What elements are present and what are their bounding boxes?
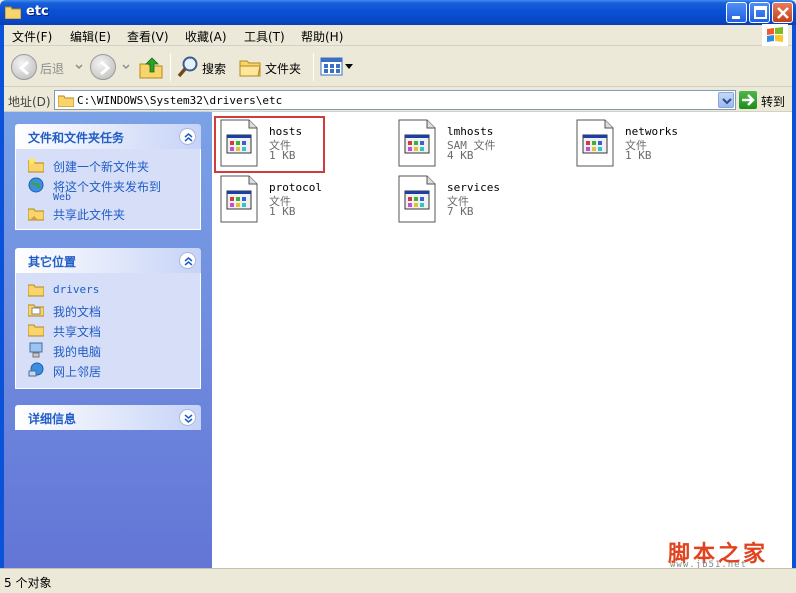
file-size: 1 KB [269,205,296,218]
tasks-panel-body: 创建一个新文件夹 将这个文件夹发布到 Web 共享此文件夹 [15,149,201,230]
chevron-down-double-icon [184,414,193,423]
menu-edit[interactable]: 编辑(E) [70,28,111,45]
tasks-panel-title: 文件和文件夹任务 [28,131,125,145]
file-icon [398,175,436,223]
shared-folder-icon [28,324,44,337]
toolbar-separator [313,53,314,81]
address-dropdown-button[interactable] [718,92,734,108]
details-panel-title: 详细信息 [28,412,77,426]
folder-icon [5,6,21,19]
folders-icon[interactable] [238,55,262,79]
minimize-button[interactable] [726,2,747,23]
back-button[interactable] [11,54,37,80]
places-panel-title: 其它位置 [28,255,77,269]
menu-bar: 文件(F) 编辑(E) 查看(V) 收藏(A) 工具(T) 帮助(H) [4,25,792,46]
file-size: 7 KB [447,205,474,218]
file-item-networks[interactable]: networks 文件 1 KB [568,115,738,169]
expand-button[interactable] [179,409,196,426]
chevron-down-icon[interactable] [75,63,83,71]
title-bar: etc [0,0,796,25]
chevron-up-double-icon [184,257,193,266]
search-icon[interactable] [176,55,200,79]
window-frame-right [792,25,796,593]
file-size: 4 KB [447,149,474,162]
address-label: 地址(D) [8,95,51,109]
share-folder-icon [28,208,44,221]
my-computer-icon [29,342,43,358]
places-panel-header[interactable]: 其它位置 [15,248,201,273]
menu-file[interactable]: 文件(F) [12,28,52,45]
status-text: 5 个对象 [4,576,52,590]
maximize-button[interactable] [749,2,770,23]
folders-label[interactable]: 文件夹 [265,60,301,77]
file-item-hosts[interactable]: hosts 文件 1 KB [212,115,382,173]
window-title: etc [26,4,49,19]
chevron-down-icon[interactable] [345,64,353,70]
task-pane: 文件和文件夹任务 创建一个新文件夹 将这个文件夹发布到 Web 共享此文件夹 其… [4,112,212,568]
menu-view[interactable]: 查看(V) [127,28,169,45]
publish-web-icon [28,177,44,193]
toolbar: 后退 搜索 文件夹 [4,47,792,87]
chevron-down-icon [722,98,732,105]
windows-logo-icon [762,24,788,46]
new-folder-icon [28,158,44,173]
file-list-view[interactable]: hosts 文件 1 KB lmhosts SAM 文件 4 KB networ… [212,112,792,570]
file-item-services[interactable]: services 文件 7 KB [390,171,560,225]
forward-button[interactable] [90,54,116,80]
file-item-lmhosts[interactable]: lmhosts SAM 文件 4 KB [390,115,560,169]
my-documents-icon [28,304,44,317]
file-item-protocol[interactable]: protocol 文件 1 KB [212,171,382,225]
tasks-panel-header[interactable]: 文件和文件夹任务 [15,124,201,149]
forward-arrow-icon [100,60,111,76]
file-icon [220,175,258,223]
address-input[interactable]: C:\WINDOWS\System32\drivers\etc [54,90,736,110]
back-label[interactable]: 后退 [40,60,64,77]
watermark: 脚本之家 www.jb51.net [668,540,786,570]
close-button[interactable] [772,2,793,23]
status-bar: 5 个对象 [0,568,796,593]
menu-help[interactable]: 帮助(H) [301,28,343,45]
collapse-button[interactable] [179,128,196,145]
places-panel-body: drivers 我的文档 共享文档 我的电脑 网上邻居 [15,273,201,389]
go-button[interactable] [739,91,757,109]
folder-icon [58,95,74,107]
address-bar: 地址(D) C:\WINDOWS\System32\drivers\etc 转到 [4,88,792,112]
go-label[interactable]: 转到 [761,93,785,110]
up-folder-icon[interactable] [138,54,164,80]
file-icon [576,119,614,167]
search-label[interactable]: 搜索 [202,60,226,77]
details-panel-header[interactable]: 详细信息 [15,405,201,430]
menu-tools[interactable]: 工具(T) [244,28,285,45]
collapse-button[interactable] [179,252,196,269]
network-icon [28,362,44,377]
close-icon [777,7,789,19]
minimize-icon [732,16,740,19]
toolbar-separator [170,53,171,81]
maximize-icon [754,6,767,19]
file-size: 1 KB [625,149,652,162]
address-path[interactable]: C:\WINDOWS\System32\drivers\etc [77,94,282,107]
go-arrow-icon [742,94,755,106]
chevron-down-icon[interactable] [122,63,130,71]
highlight-box [214,116,325,173]
menu-favorites[interactable]: 收藏(A) [185,28,227,45]
chevron-up-double-icon [184,133,193,142]
back-arrow-icon [18,60,29,76]
file-icon [398,119,436,167]
folder-icon [28,284,44,297]
views-icon[interactable] [320,56,344,78]
